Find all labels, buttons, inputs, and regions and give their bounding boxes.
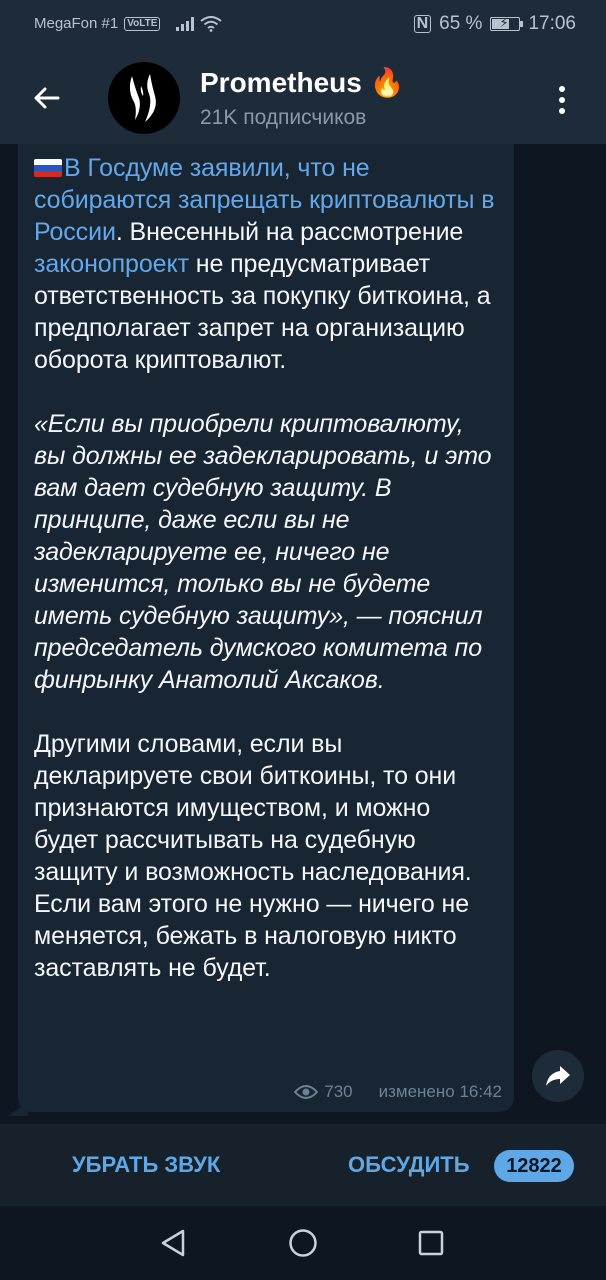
more-vertical-icon-dot [559,108,565,114]
share-button[interactable] [532,1050,584,1102]
message-bubble[interactable]: В Госдуме заявили, что не собираются зап… [18,144,514,1112]
message-text: В Госдуме заявили, что не собираются зап… [34,152,496,984]
circle-home-icon [289,1229,317,1257]
channel-name: Prometheus [200,67,362,98]
channel-title[interactable]: Prometheus 🔥 [200,66,404,99]
channel-avatar[interactable] [108,62,180,134]
channel-bottom-bar: УБРАТЬ ЗВУК ОБСУДИТЬ 12822 [0,1124,606,1206]
share-forward-icon [546,1066,570,1086]
discuss-button[interactable]: ОБСУДИТЬ [348,1152,470,1178]
discussion-count-badge[interactable]: 12822 [494,1150,574,1182]
russia-flag-icon [34,159,62,177]
volte-icon: VoLTE [124,16,161,31]
triangle-back-icon [161,1229,185,1257]
arrow-left-icon [34,87,60,109]
edited-time: изменено 16:42 [378,1082,502,1101]
carrier-name: MegaFon #1 [34,15,119,32]
square-recents-icon [418,1230,444,1256]
channel-header: Prometheus 🔥 21K подписчиков [0,52,606,144]
mute-button[interactable]: УБРАТЬ ЗВУК [72,1152,220,1178]
paragraph-3: Другими словами, если вы декларируете св… [34,730,472,982]
status-right: N 65 % ⚡ 17:06 [413,13,576,35]
more-vertical-icon-dot [559,86,565,92]
nav-recents-button[interactable] [414,1226,448,1260]
back-button[interactable] [22,74,70,122]
view-count: 730 [324,1082,353,1101]
clock: 17:06 [528,13,576,34]
subscriber-count: 21K подписчиков [200,106,367,129]
fire-icon: 🔥 [369,67,405,98]
status-bar: MegaFon #1 VoLTE N 65 % ⚡ 17:06 [0,0,606,52]
chat-area[interactable]: В Госдуме заявили, что не собираются зап… [0,144,606,1124]
battery-percent: 65 % [439,13,483,34]
charging-bolt-icon: ⚡ [499,15,509,30]
status-left: MegaFon #1 VoLTE [34,15,223,32]
wifi-icon [200,15,223,32]
more-menu-button[interactable] [540,76,584,124]
signal-icon [176,16,195,31]
more-vertical-icon-dot [559,97,565,103]
quote-paragraph: «Если вы приобрели криптовалюту, вы долж… [34,410,492,694]
paragraph-1-pre: Внесенный на рассмотрение [122,218,464,246]
nfc-icon: N [413,15,432,33]
eye-icon [294,1085,319,1099]
intro-end: . [115,218,123,246]
system-nav-bar [0,1206,606,1280]
nav-home-button[interactable] [286,1226,320,1260]
bill-link[interactable]: законопроект [34,250,189,278]
prometheus-logo-icon [129,74,156,122]
message-meta: 730 изменено 16:42 [294,1082,502,1102]
nav-back-button[interactable] [156,1226,190,1260]
battery-icon: ⚡ [490,15,524,31]
